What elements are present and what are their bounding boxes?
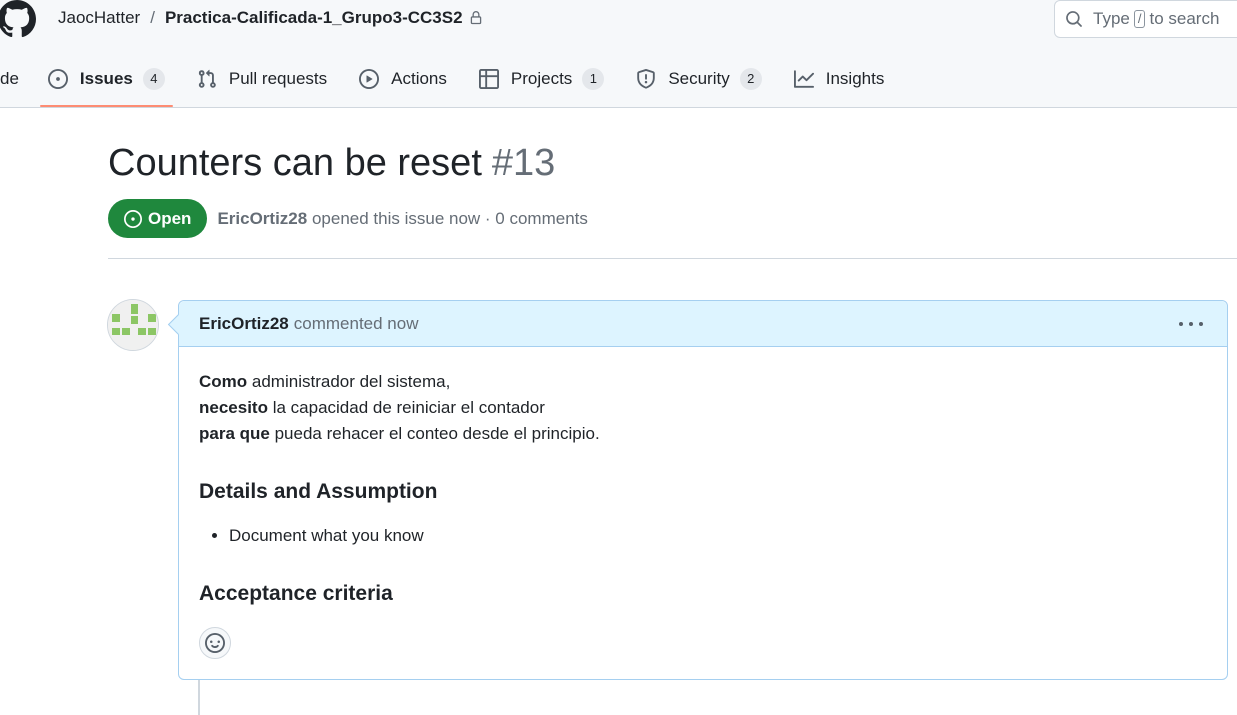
issue-opened-icon <box>124 209 142 228</box>
search-placeholder-after: to search <box>1149 9 1220 28</box>
story-text: administrador del sistema, <box>247 372 451 391</box>
issue-state-label: Open <box>148 208 192 228</box>
story-line-3: para que pueda rehacer el conteo desde e… <box>199 421 1207 447</box>
repo-owner-link[interactable]: JaocHatter <box>58 8 140 28</box>
repo-header: JaocHatter / Practica-Calificada-1_Grupo… <box>0 0 1237 108</box>
add-reaction-button[interactable] <box>199 627 231 659</box>
tab-code-label: de <box>0 69 19 88</box>
breadcrumb-separator: / <box>150 8 155 27</box>
story-text: la capacidad de reiniciar el contador <box>267 398 545 417</box>
play-icon <box>359 69 380 89</box>
issue-meta-detail: opened this issue now · 0 comments <box>311 208 588 228</box>
tab-issues-label: Issues <box>79 69 133 88</box>
security-count-badge: 2 <box>739 68 762 90</box>
shield-icon <box>637 69 656 89</box>
search-input[interactable]: Type / to search <box>1054 0 1237 38</box>
details-heading: Details and Assumption <box>199 480 438 503</box>
tab-security-label: Security <box>668 69 730 88</box>
issue-number: #13 <box>491 142 556 184</box>
issue-author-link[interactable]: EricOrtiz28 <box>217 209 307 228</box>
avatar[interactable] <box>107 299 159 351</box>
issue-state-badge: Open <box>108 199 208 238</box>
identicon-icon <box>108 300 158 350</box>
comment-options-icon[interactable] <box>1179 314 1203 334</box>
story-line-1: Como administrador del sistema, <box>199 369 1207 395</box>
tab-actions[interactable]: Actions <box>343 56 463 102</box>
projects-count-badge: 1 <box>582 68 605 90</box>
issue-meta: Open EricOrtiz28 opened this issue now ·… <box>108 199 588 238</box>
story-keyword: Como <box>199 372 248 391</box>
tab-code[interactable]: de <box>0 56 35 102</box>
issue-meta-text: EricOrtiz28 opened this issue now · 0 co… <box>217 209 587 229</box>
search-icon <box>1066 11 1082 27</box>
repo-name-link[interactable]: Practica-Calificada-1_Grupo3-CC3S2 <box>165 8 463 28</box>
issue-opened-icon <box>47 69 68 89</box>
tab-insights-label: Insights <box>825 69 885 88</box>
story-keyword: para que <box>199 424 270 443</box>
graph-icon <box>793 70 814 88</box>
comment-header: EricOrtiz28 commented now <box>179 301 1227 347</box>
timeline-line <box>198 680 200 715</box>
story-keyword: necesito <box>199 398 268 417</box>
tab-actions-label: Actions <box>391 69 447 88</box>
tab-issues[interactable]: Issues 4 <box>32 56 181 107</box>
lock-icon <box>469 11 483 25</box>
issues-count-badge: 4 <box>142 68 165 90</box>
tab-pull-requests-label: Pull requests <box>228 69 328 88</box>
issue-title: Counters can be reset #13 <box>108 142 555 185</box>
git-pull-request-icon <box>198 69 216 88</box>
story-text: pueda rehacer el conteo desde el princip… <box>269 424 600 443</box>
tab-insights[interactable]: Insights <box>778 56 901 102</box>
smiley-icon <box>205 633 225 653</box>
header-divider <box>108 258 1237 259</box>
story-line-2: necesito la capacidad de reiniciar el co… <box>199 395 1207 421</box>
issue-comment: EricOrtiz28 commented now Como administr… <box>178 300 1228 680</box>
details-list: Document what you know <box>199 523 1207 549</box>
search-placeholder-before: Type <box>1093 9 1130 28</box>
table-icon <box>478 69 499 89</box>
tab-security[interactable]: Security 2 <box>620 56 777 102</box>
repo-nav-tabs: de Issues 4 Pull requests Actions Projec… <box>0 56 900 108</box>
github-logo-icon[interactable] <box>0 0 38 38</box>
comment-body: Como administrador del sistema, necesito… <box>179 347 1227 607</box>
search-shortcut-key: / <box>1133 10 1146 28</box>
tab-projects-label: Projects <box>510 69 573 88</box>
issue-title-text: Counters can be reset <box>108 142 482 184</box>
breadcrumb: JaocHatter / Practica-Calificada-1_Grupo… <box>58 8 483 28</box>
tab-pull-requests[interactable]: Pull requests <box>181 56 343 102</box>
tab-projects[interactable]: Projects 1 <box>463 56 620 102</box>
comment-author-link[interactable]: EricOrtiz28 <box>199 314 289 334</box>
acceptance-heading: Acceptance criteria <box>199 582 393 605</box>
list-item: Document what you know <box>229 523 1207 549</box>
comment-timestamp: commented now <box>293 313 419 333</box>
